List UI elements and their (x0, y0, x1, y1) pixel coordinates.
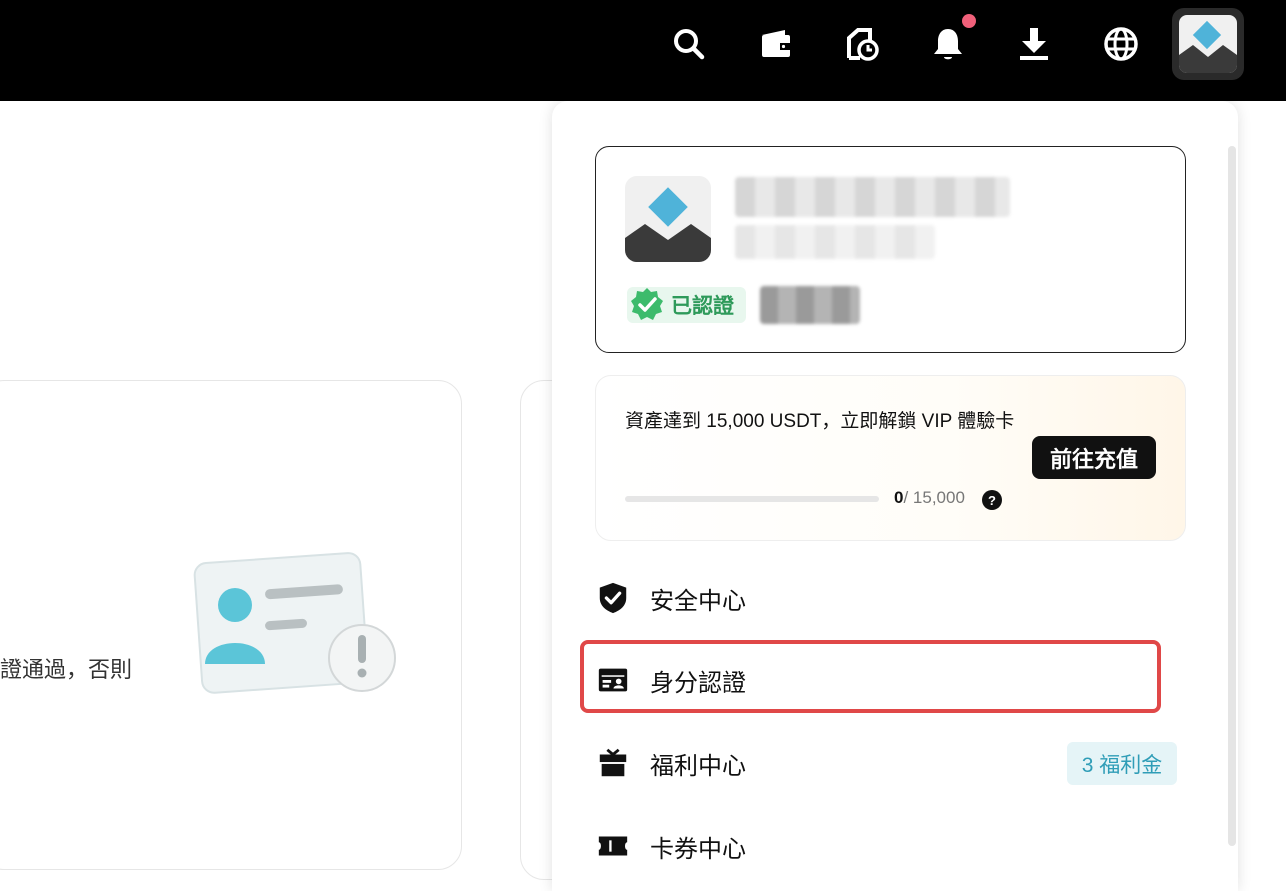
id-card-illustration (190, 540, 400, 700)
menu-item-label: 身分認證 (650, 669, 746, 697)
search-icon[interactable] (667, 22, 711, 66)
globe-icon[interactable] (1099, 22, 1143, 66)
user-avatar-button[interactable] (1172, 8, 1244, 80)
menu-item-label: 安全中心 (650, 587, 746, 615)
redacted-level (760, 286, 860, 324)
notification-dot (962, 14, 976, 28)
bell-icon[interactable] (926, 22, 970, 66)
card-description-text: 證通過，否則 (0, 657, 133, 682)
profile-avatar (625, 176, 711, 262)
menu-item-label: 福利中心 (650, 752, 746, 780)
menu-item-label: 卡券中心 (650, 835, 746, 863)
id-card-icon (595, 662, 631, 698)
avatar (1179, 15, 1237, 73)
gift-icon (595, 745, 631, 781)
progress-total: / 15,000 (903, 488, 965, 507)
redacted-user-id (735, 225, 935, 259)
welfare-count-badge: 3 福利金 (1067, 742, 1177, 785)
redacted-username (735, 177, 1010, 217)
verified-label: 已認證 (671, 295, 734, 318)
download-icon[interactable] (1012, 22, 1056, 66)
help-icon[interactable]: ? (982, 490, 1002, 510)
top-navigation-bar (0, 0, 1286, 101)
wallet-icon[interactable] (754, 22, 798, 66)
order-history-icon[interactable] (840, 22, 884, 66)
deposit-button[interactable]: 前往充值 (1032, 436, 1156, 479)
menu-item-security-center[interactable]: 安全中心 (595, 573, 1185, 623)
verified-check-icon (631, 288, 663, 320)
asset-progress-bar (625, 496, 879, 502)
verified-badge: 已認證 (627, 287, 746, 323)
menu-item-coupon-center[interactable]: 卡券中心 (595, 821, 1185, 871)
dropdown-scrollbar[interactable] (1228, 146, 1236, 846)
ticket-icon (595, 828, 631, 864)
shield-check-icon (595, 580, 631, 616)
vip-description: 資產達到 15,000 USDT，立即解鎖 VIP 體驗卡 (625, 411, 1015, 432)
asset-progress-label: 0/ 15,000 (894, 488, 965, 508)
menu-item-identity-verification[interactable]: 身分認證 (595, 655, 1185, 705)
